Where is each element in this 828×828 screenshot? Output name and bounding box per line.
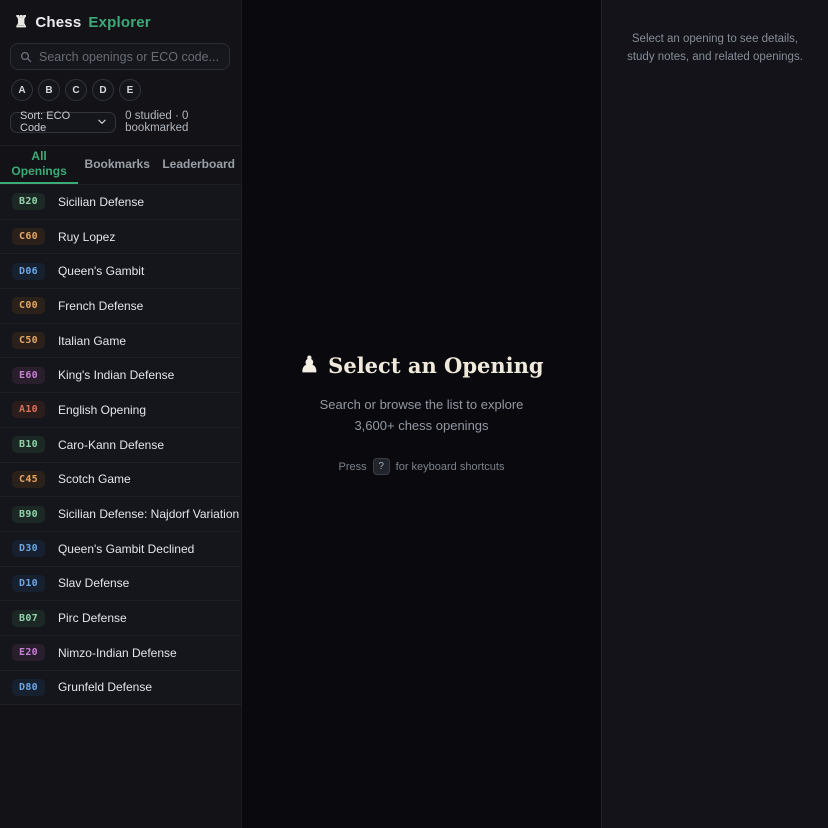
eco-code-badge: B10 bbox=[12, 436, 45, 453]
opening-list-item[interactable]: B10 Caro-Kann Defense bbox=[0, 428, 241, 463]
openings-list: B20 Sicilian Defense C60 Ruy Lopez D06 Queen'… bbox=[0, 185, 241, 828]
opening-name: Pirc Defense bbox=[58, 611, 127, 625]
eco-code-badge: B90 bbox=[12, 506, 45, 523]
eco-code-badge: D30 bbox=[12, 540, 45, 557]
filter-c-button[interactable]: C bbox=[65, 79, 87, 101]
opening-list-item[interactable]: C45 Scotch Game bbox=[0, 463, 241, 498]
filter-d-button[interactable]: D bbox=[92, 79, 114, 101]
opening-name: Sicilian Defense bbox=[58, 195, 144, 209]
opening-name: Nimzo-Indian Defense bbox=[58, 646, 177, 660]
sort-dropdown[interactable]: Sort: ECO Code bbox=[10, 112, 116, 133]
eco-code-badge: C00 bbox=[12, 297, 45, 314]
eco-code-badge: C45 bbox=[12, 471, 45, 488]
opening-list-item[interactable]: E60 King's Indian Defense bbox=[0, 358, 241, 393]
filter-a-button[interactable]: A bbox=[11, 79, 33, 101]
filter-b-button[interactable]: B bbox=[38, 79, 60, 101]
eco-code-badge: E20 bbox=[12, 644, 45, 661]
eco-code-badge: D06 bbox=[12, 263, 45, 280]
opening-name: Queen's Gambit Declined bbox=[58, 542, 194, 556]
hint-suffix: for keyboard shortcuts bbox=[396, 461, 505, 473]
opening-list-item[interactable]: D06 Queen's Gambit bbox=[0, 254, 241, 289]
main-panel: ♟ Select an Opening Search or browse the… bbox=[242, 0, 601, 828]
eco-code-badge: D10 bbox=[12, 575, 45, 592]
eco-code-badge: D80 bbox=[12, 679, 45, 696]
opening-name: Sicilian Defense: Najdorf Variation bbox=[58, 507, 239, 521]
eco-code-badge: E60 bbox=[12, 367, 45, 384]
tab-leaderboard[interactable]: Leaderboard bbox=[156, 146, 241, 184]
sort-label: Sort: ECO Code bbox=[20, 110, 90, 134]
filter-e-button[interactable]: E bbox=[119, 79, 141, 101]
opening-name: Italian Game bbox=[58, 334, 126, 348]
keyboard-hint: Press ? for keyboard shortcuts bbox=[299, 458, 543, 475]
details-placeholder-message: Select an opening to see details, study … bbox=[620, 30, 810, 67]
search-box[interactable] bbox=[10, 43, 230, 70]
sort-row: Sort: ECO Code 0 studied · 0 bookmarked bbox=[0, 101, 241, 142]
opening-name: Grunfeld Defense bbox=[58, 680, 152, 694]
chevron-down-icon bbox=[98, 119, 106, 125]
app-brand: ♜ Chess Explorer bbox=[0, 0, 241, 41]
eco-code-badge: B07 bbox=[12, 610, 45, 627]
opening-name: Slav Defense bbox=[58, 576, 129, 590]
opening-list-item[interactable]: D10 Slav Defense bbox=[0, 567, 241, 602]
opening-list-item[interactable]: C60 Ruy Lopez bbox=[0, 220, 241, 255]
opening-list-item[interactable]: B90 Sicilian Defense: Najdorf Variation bbox=[0, 497, 241, 532]
eco-code-badge: C50 bbox=[12, 332, 45, 349]
pawn-icon: ♟ bbox=[299, 354, 319, 376]
sidebar: ♜ Chess Explorer A B C D E Sort: ECO Cod… bbox=[0, 0, 242, 828]
app-title: Chess bbox=[35, 14, 81, 31]
search-icon bbox=[20, 51, 32, 63]
opening-name: French Defense bbox=[58, 299, 143, 313]
sidebar-tabs: All Openings Bookmarks Leaderboard bbox=[0, 145, 241, 185]
opening-list-item[interactable]: D30 Queen's Gambit Declined bbox=[0, 532, 241, 567]
opening-list-item[interactable]: C50 Italian Game bbox=[0, 324, 241, 359]
search-input[interactable] bbox=[39, 50, 220, 64]
opening-name: English Opening bbox=[58, 403, 146, 417]
opening-name: King's Indian Defense bbox=[58, 368, 174, 382]
app-subtitle: Explorer bbox=[88, 14, 150, 31]
subtitle-line-1: Search or browse the list to explore bbox=[299, 394, 543, 415]
opening-list-item[interactable]: B07 Pirc Defense bbox=[0, 601, 241, 636]
subtitle-line-2: 3,600+ chess openings bbox=[299, 415, 543, 436]
study-stats: 0 studied · 0 bookmarked bbox=[125, 110, 241, 134]
page-title: Select an Opening bbox=[328, 353, 543, 378]
opening-name: Ruy Lopez bbox=[58, 230, 115, 244]
empty-state-subtitle: Search or browse the list to explore 3,6… bbox=[299, 394, 543, 437]
opening-name: Scotch Game bbox=[58, 472, 131, 486]
tab-bookmarks[interactable]: Bookmarks bbox=[78, 146, 156, 184]
rook-icon: ♜ bbox=[14, 15, 28, 31]
eco-code-badge: B20 bbox=[12, 193, 45, 210]
opening-name: Queen's Gambit bbox=[58, 264, 144, 278]
opening-list-item[interactable]: C00 French Defense bbox=[0, 289, 241, 324]
details-panel: Select an opening to see details, study … bbox=[601, 0, 828, 828]
opening-list-item[interactable]: A10 English Opening bbox=[0, 393, 241, 428]
question-key: ? bbox=[373, 458, 390, 475]
empty-state: ♟ Select an Opening Search or browse the… bbox=[299, 353, 543, 476]
eco-letter-filters: A B C D E bbox=[0, 78, 241, 101]
eco-code-badge: C60 bbox=[12, 228, 45, 245]
opening-list-item[interactable]: E20 Nimzo-Indian Defense bbox=[0, 636, 241, 671]
opening-name: Caro-Kann Defense bbox=[58, 438, 164, 452]
empty-state-title: ♟ Select an Opening bbox=[299, 353, 543, 378]
opening-list-item[interactable]: D80 Grunfeld Defense bbox=[0, 671, 241, 706]
hint-prefix: Press bbox=[339, 461, 367, 473]
eco-code-badge: A10 bbox=[12, 401, 45, 418]
opening-list-item[interactable]: B20 Sicilian Defense bbox=[0, 185, 241, 220]
tab-all-openings[interactable]: All Openings bbox=[0, 146, 78, 184]
